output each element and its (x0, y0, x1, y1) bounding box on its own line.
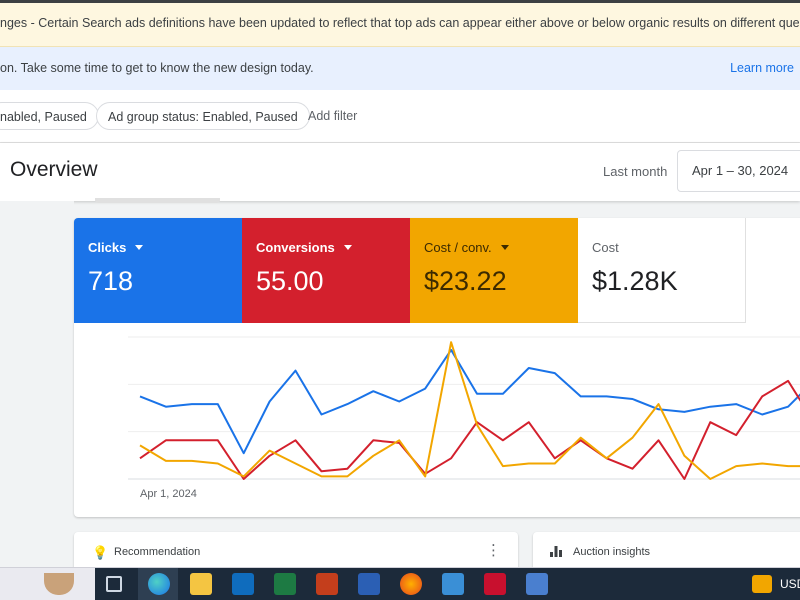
notice-banner: nges - Certain Search ads definitions ha… (0, 3, 800, 47)
dropdown-arrow-icon (135, 245, 144, 250)
red-app-icon[interactable] (484, 573, 506, 595)
metric-value: 55.00 (256, 266, 324, 296)
left-gutter (0, 201, 74, 567)
metric-label: Clicks (88, 240, 127, 255)
performance-card: Clicks 718 Conversions 55.00 Cost / conv… (74, 218, 800, 517)
notice-lead: nges (0, 16, 28, 30)
taskbar: USD (0, 567, 800, 600)
scroll-shadow (95, 198, 220, 203)
app-window-icon[interactable] (442, 573, 464, 595)
firefox-icon[interactable] (400, 573, 422, 595)
period-label: Last month (603, 164, 668, 179)
info-text: on. Take some time to get to know the ne… (0, 61, 314, 75)
metric-label: Conversions (256, 240, 335, 255)
auction-insights-title: Auction insights (573, 546, 651, 558)
metric-tile-clicks[interactable]: Clicks 718 (74, 218, 242, 323)
page-title: Overview (10, 158, 98, 181)
add-filter-button[interactable]: Add filter (308, 102, 357, 130)
metric-value: 718 (88, 266, 134, 296)
outlook-icon[interactable] (232, 573, 254, 595)
x-axis-start-label: Apr 1, 2024 (140, 488, 197, 500)
tray-currency-text: USD (780, 577, 800, 591)
more-options-icon[interactable]: ⋮ (486, 541, 501, 559)
metric-value: $1.28K (592, 266, 678, 296)
edge-browser-icon[interactable] (148, 573, 170, 595)
notice-text: - Certain Search ads definitions have be… (27, 16, 800, 30)
cup-app-icon[interactable] (44, 573, 74, 595)
metric-tile-cost-per-conv[interactable]: Cost / conv. $23.22 (410, 218, 578, 323)
metric-tile-conversions[interactable]: Conversions 55.00 (242, 218, 410, 323)
filter-bar: nabled, Paused Ad group status: Enabled,… (0, 90, 800, 143)
lightbulb-icon: 💡 (92, 545, 109, 560)
metric-value: $23.22 (424, 266, 507, 296)
ad-group-status-filter-chip[interactable]: Ad group status: Enabled, Paused (96, 102, 310, 130)
recommendation-title: Recommendation (114, 546, 201, 558)
blue-app-icon[interactable] (526, 573, 548, 595)
powerpoint-icon[interactable] (316, 573, 338, 595)
campaign-status-filter-chip[interactable]: nabled, Paused (0, 102, 99, 130)
learn-more-link[interactable]: Learn more (730, 47, 794, 90)
page-header: Overview Last month Apr 1 – 30, 2024 (0, 143, 800, 201)
bar-chart-icon (550, 546, 562, 557)
task-view-icon[interactable] (106, 576, 122, 592)
metric-tile-cost[interactable]: Cost $1.28K (578, 218, 746, 323)
metric-label: Cost / conv. (424, 240, 492, 255)
dropdown-arrow-icon (343, 245, 352, 250)
series-line-cost-conv- (139, 341, 800, 480)
excel-icon[interactable] (274, 573, 296, 595)
recommendation-card[interactable]: 💡 Recommendation ⋮ (74, 532, 518, 572)
word-icon[interactable] (358, 573, 380, 595)
auction-insights-card[interactable]: Auction insights (533, 532, 800, 572)
series-line-conversions (139, 379, 800, 480)
date-range-picker[interactable]: Apr 1 – 30, 2024 (677, 150, 800, 192)
file-explorer-icon[interactable] (190, 573, 212, 595)
tray-app-icon[interactable] (752, 575, 772, 593)
metric-label: Cost (592, 240, 619, 255)
info-banner: on. Take some time to get to know the ne… (0, 47, 800, 90)
dropdown-arrow-icon (500, 245, 509, 250)
